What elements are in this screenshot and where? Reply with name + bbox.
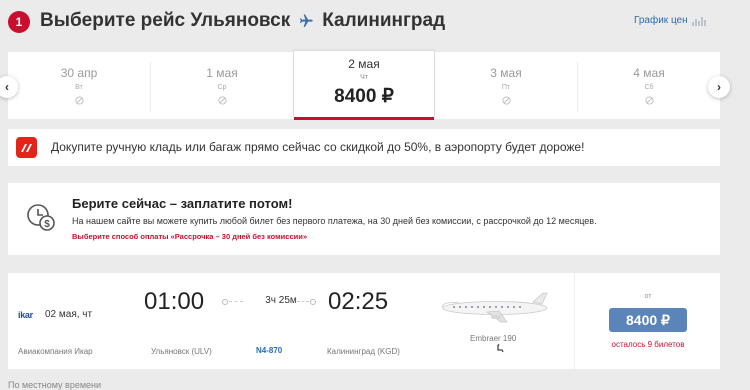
price-chart-link[interactable]: График цен (634, 15, 706, 26)
aircraft-model: Embraer 190 (470, 334, 517, 343)
installment-text: На нашем сайте вы можете купить любой би… (72, 216, 597, 226)
price-from-label: от (644, 293, 652, 300)
date-price: 8400 ₽ (334, 86, 394, 107)
seat-icon (497, 344, 504, 353)
route-line (229, 301, 243, 302)
next-date-button[interactable]: › (708, 76, 730, 98)
chevron-left-icon: ‹ (5, 80, 9, 94)
flight-card[interactable]: ikar 02 мая, чт Авиакомпания Икар 01:00 … (8, 273, 720, 369)
step-number-badge: 1 (8, 11, 30, 33)
clock-dollar-icon: $ (27, 204, 55, 231)
tickets-left: осталось 9 билетов (611, 340, 685, 349)
date-label: 4 мая (633, 66, 665, 80)
flight-number[interactable]: N4-870 (256, 346, 282, 355)
airline-brand-logo (16, 137, 37, 158)
arrival-time: 02:25 (328, 288, 389, 315)
date-label: 3 мая (490, 66, 522, 80)
baggage-promo-banner: Докупите ручную кладь или багаж прямо се… (8, 129, 720, 166)
selected-underline (294, 117, 434, 120)
price-panel: от 8400 ₽ осталось 9 билетов (574, 273, 721, 369)
bar-chart-icon (691, 16, 706, 26)
plane-icon (298, 13, 314, 29)
date-option[interactable]: 30 апр Вт (8, 52, 150, 119)
date-option[interactable]: 3 мая Пт (435, 52, 577, 119)
unavailable-icon (74, 96, 84, 105)
departure-airport: Ульяновск (ULV) (151, 347, 212, 356)
weekday-label: Ср (217, 84, 227, 91)
weekday-label: Чт (360, 74, 368, 81)
title-destination: Калининград (322, 10, 446, 31)
date-selector: 30 апр Вт 1 мая Ср 2 мая Чт 8400 ₽ 3 мая… (8, 50, 720, 120)
weekday-label: Сб (644, 84, 654, 91)
date-label: 2 мая (348, 57, 380, 71)
date-option[interactable]: 1 мая Ср (151, 52, 293, 119)
price-chart-label: График цен (634, 15, 688, 26)
date-label: 1 мая (206, 66, 238, 80)
installment-heading: Берите сейчас – заплатите потом! (72, 196, 293, 211)
installment-link[interactable]: Выберите способ оплаты «Рассрочка – 30 д… (72, 232, 307, 241)
route-dot-end (310, 299, 316, 305)
date-label: 30 апр (60, 66, 98, 80)
route-line (297, 301, 309, 302)
flight-date: 02 мая, чт (45, 309, 93, 320)
unavailable-icon (217, 96, 227, 105)
route-dot-start (222, 299, 228, 305)
airline-name: Авиакомпания Икар (18, 347, 93, 356)
weekday-label: Пт (501, 84, 511, 91)
page-title: Выберите рейс Ульяновск Калининград (40, 10, 445, 32)
aircraft-image (442, 292, 548, 323)
date-option-selected[interactable]: 2 мая Чт 8400 ₽ (293, 50, 435, 120)
arrival-airport: Калининград (KGD) (327, 347, 400, 356)
date-option[interactable]: 4 мая Сб (578, 52, 720, 119)
weekday-label: Вт (75, 84, 83, 91)
buy-button[interactable]: 8400 ₽ (609, 308, 687, 332)
title-origin: Выберите рейс Ульяновск (40, 10, 291, 31)
svg-text:$: $ (44, 219, 50, 230)
unavailable-icon (501, 96, 511, 105)
chevron-right-icon: › (717, 80, 721, 94)
departure-time: 01:00 (144, 288, 205, 315)
unavailable-icon (644, 96, 654, 105)
airline-logo: ikar (18, 310, 33, 320)
page-header: 1 Выберите рейс Ульяновск Калининград Гр… (0, 0, 750, 44)
promo-text: Докупите ручную кладь или багаж прямо се… (51, 140, 585, 154)
installment-banner: $ Берите сейчас – заплатите потом! На на… (8, 183, 720, 255)
